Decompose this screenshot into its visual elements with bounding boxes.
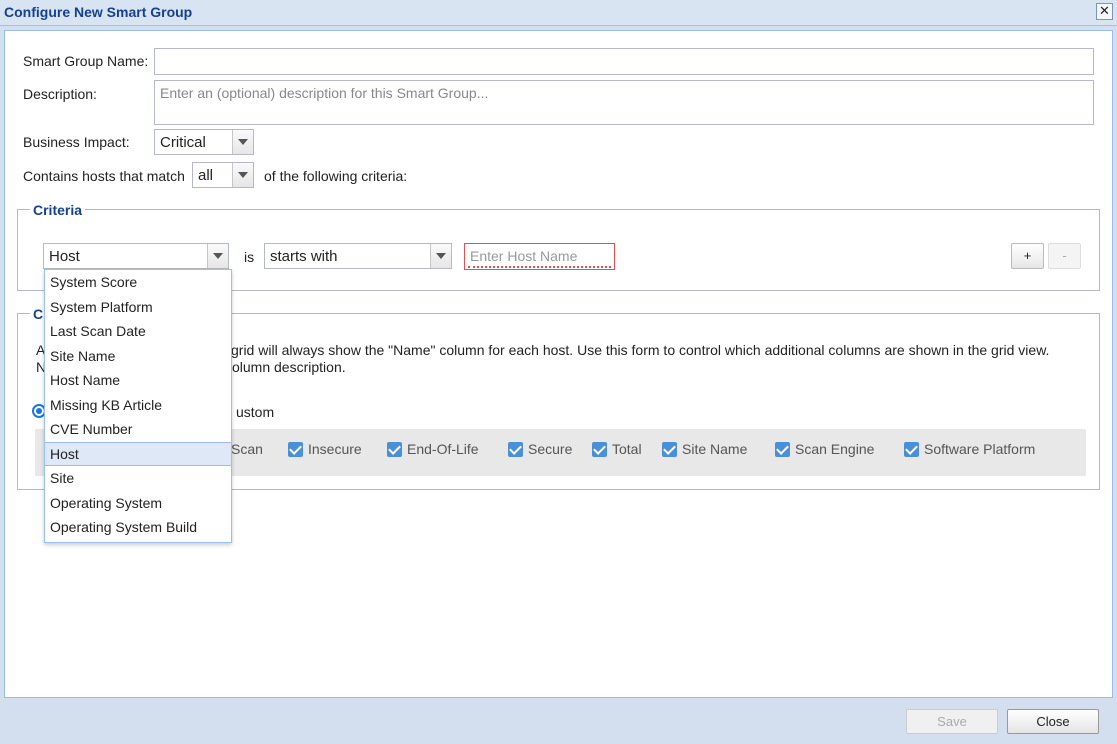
match-label: Contains hosts that match [23,168,185,184]
dropdown-item-selected[interactable]: Host [45,441,231,466]
dropdown-item[interactable]: Operating System Build [45,515,231,540]
criteria-field-select[interactable]: Host [43,243,229,269]
column-checkbox-software-platform[interactable]: Software Platform [904,441,1035,461]
checkbox-checked-icon[interactable] [592,441,607,457]
impact-select[interactable]: Critical [154,129,254,155]
match-select[interactable]: all [192,162,254,188]
dropdown-item[interactable]: Last Scan Date [45,319,231,344]
column-checkbox-secure[interactable]: Secure [508,441,572,461]
checkbox-label: Scan [231,441,263,457]
group-name-input[interactable] [154,48,1094,75]
dialog-body: Smart Group Name: Description: Enter an … [4,30,1113,698]
chevron-down-icon[interactable] [232,130,253,154]
columns-desc-line1: grid will always show the "Name" column … [231,342,1050,358]
dropdown-item[interactable]: CVE Number [45,417,231,442]
checkbox-checked-icon[interactable] [662,441,677,457]
column-checkbox-site-name[interactable]: Site Name [662,441,747,461]
criteria-field-value: Host [49,248,80,265]
dropdown-item[interactable]: System Score [45,270,231,295]
criteria-legend: Criteria [30,202,86,218]
criteria-operator-value: starts with [270,248,338,265]
checkbox-label: Site Name [682,441,748,457]
match-suffix: of the following criteria: [264,168,408,184]
impact-value: Critical [160,134,206,151]
chevron-down-icon[interactable] [430,244,451,268]
dropdown-item[interactable]: Site Name [45,344,231,369]
criteria-operator-select[interactable]: starts with [264,243,452,269]
close-button[interactable]: Close [1007,709,1099,734]
checkbox-label: Scan Engine [795,441,875,457]
checkbox-label: Total [612,441,642,457]
column-checkbox-end-of-life[interactable]: End-Of-Life [387,441,479,461]
checkbox-checked-icon[interactable] [387,441,402,457]
checkbox-checked-icon[interactable] [288,441,303,457]
remove-criterion-button[interactable]: - [1048,243,1081,269]
column-checkbox-insecure[interactable]: Insecure [288,441,362,461]
custom-radio-label: ustom [236,404,275,420]
checkbox-label: Software Platform [924,441,1036,457]
add-criterion-button[interactable]: + [1011,243,1044,269]
checkbox-checked-icon[interactable] [508,441,523,457]
column-checkbox-scan[interactable]: Scan [231,441,263,461]
close-icon[interactable]: ✕ [1096,3,1113,20]
chevron-down-icon[interactable] [232,163,253,187]
description-label: Description: [23,86,97,102]
name-label: Smart Group Name: [23,53,149,69]
match-value: all [198,167,214,184]
impact-label: Business Impact: [23,134,130,150]
checkbox-label: End-Of-Life [407,441,479,457]
dialog-title: Configure New Smart Group [4,4,193,20]
dropdown-item[interactable]: Operating System [45,491,231,516]
title-bar: Configure New Smart Group ✕ [0,0,1117,26]
column-checkbox-scan-engine[interactable]: Scan Engine [775,441,874,461]
save-button[interactable]: Save [906,709,998,734]
columns-desc-line2: olumn description. [232,359,346,375]
description-input[interactable]: Enter an (optional) description for this… [154,80,1094,125]
checkbox-label: Secure [528,441,573,457]
checkbox-checked-icon[interactable] [775,441,790,457]
criteria-field-dropdown: System Score System Platform Last Scan D… [44,269,232,543]
column-checkbox-total[interactable]: Total [592,441,642,461]
dropdown-item[interactable]: System Platform [45,295,231,320]
invalid-underline [468,266,611,268]
checkbox-label: Insecure [308,441,362,457]
dropdown-item[interactable]: Site [45,466,231,491]
dropdown-item[interactable]: Host Name [45,368,231,393]
dropdown-item[interactable]: Missing KB Article [45,393,231,418]
checkbox-checked-icon[interactable] [904,441,919,457]
chevron-down-icon[interactable] [207,244,228,268]
is-label: is [244,249,255,265]
